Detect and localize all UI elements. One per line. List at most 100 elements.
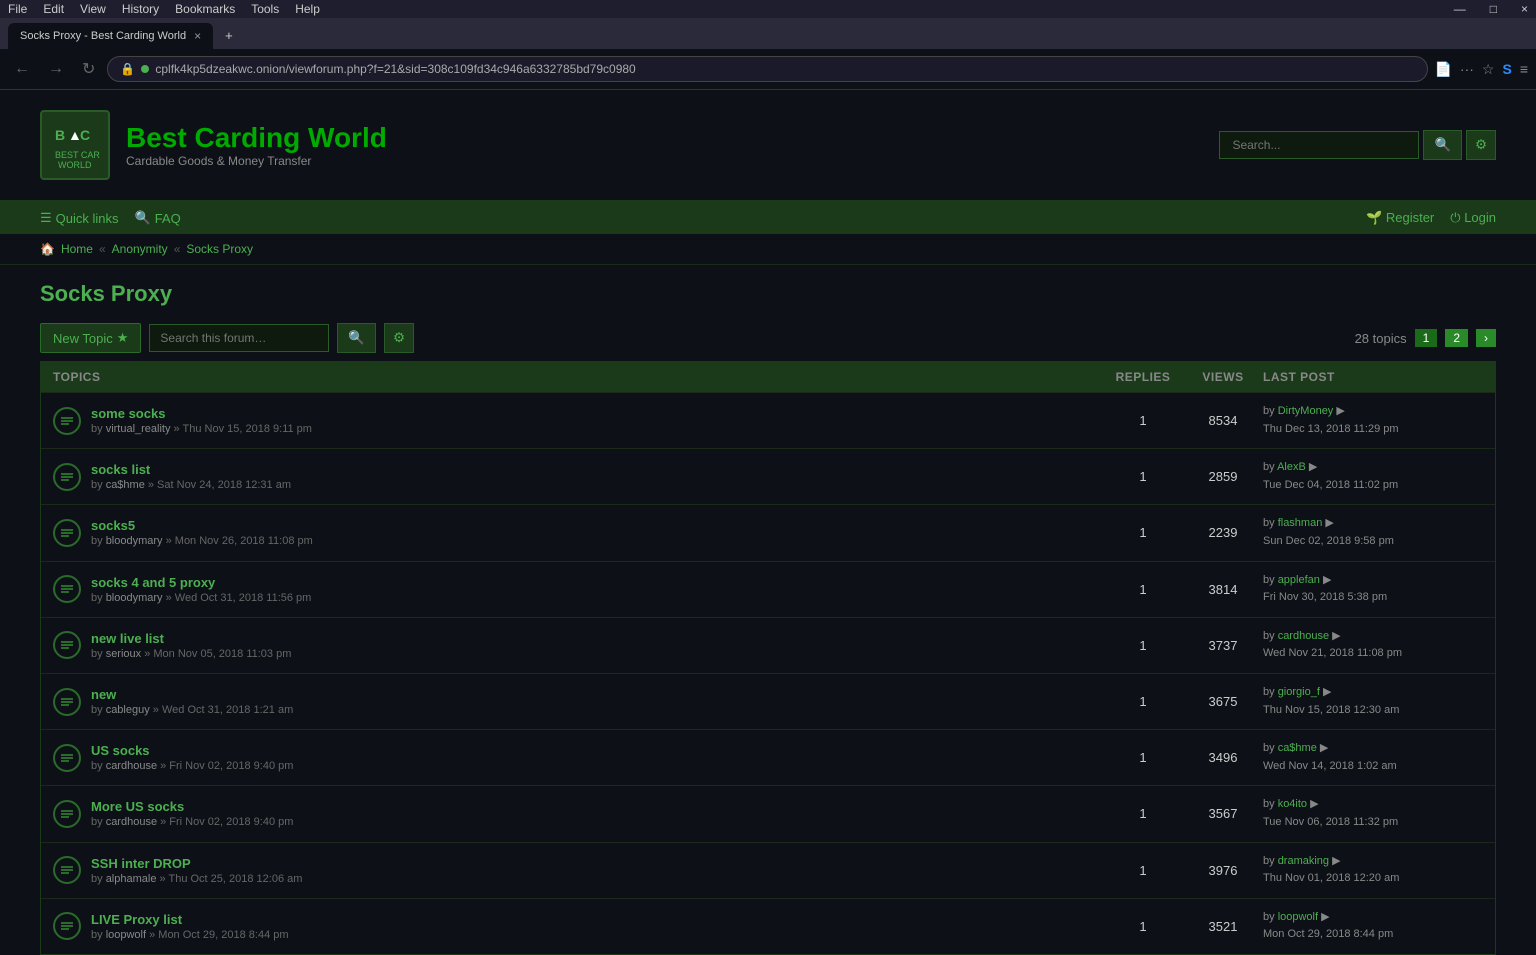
topic-last-post: by AlexB ▶Tue Dec 04, 2018 11:02 pm [1263, 459, 1483, 494]
login-link[interactable]: ⏻ Login [1450, 210, 1496, 226]
register-icon: 🌱 [1366, 210, 1382, 225]
topic-icon-svg [59, 581, 75, 597]
register-link[interactable]: 🌱 Register [1366, 210, 1434, 226]
back-button[interactable]: ← [8, 56, 36, 82]
topic-author[interactable]: ca$hme [106, 479, 145, 491]
site-title: Best Carding World [126, 122, 387, 154]
topic-title[interactable]: socks list [91, 462, 291, 477]
topic-title[interactable]: LIVE Proxy list [91, 912, 289, 927]
forum-search-button[interactable]: 🔍 [337, 323, 376, 353]
last-post-author[interactable]: dramaking [1278, 855, 1329, 867]
tab-title: Socks Proxy - Best Carding World [20, 30, 186, 42]
topic-meta: by bloodymary » Wed Oct 31, 2018 11:56 p… [91, 592, 311, 604]
topic-replies: 1 [1103, 469, 1183, 484]
page-1-button[interactable]: 1 [1415, 329, 1438, 347]
topic-author[interactable]: alphamale [106, 873, 157, 885]
breadcrumb-sep1: « [99, 242, 106, 256]
topic-author[interactable]: virtual_reality [106, 423, 171, 435]
star-icon: ★ [117, 330, 129, 346]
topic-info: More US socks by cardhouse » Fri Nov 02,… [91, 799, 293, 828]
search-button[interactable]: 🔍 [1423, 130, 1462, 160]
topic-title[interactable]: US socks [91, 743, 293, 758]
window-minimize[interactable]: — [1454, 2, 1466, 16]
topic-meta: by cardhouse » Fri Nov 02, 2018 9:40 pm [91, 816, 293, 828]
nav-bar: ☰ Quick links 🔍 FAQ 🌱 Register ⏻ Login [0, 202, 1536, 234]
forum-search-settings[interactable]: ⚙ [384, 323, 414, 353]
new-tab-btn[interactable]: + [217, 22, 241, 49]
table-row: socks list by ca$hme » Sat Nov 24, 2018 … [41, 448, 1495, 504]
refresh-button[interactable]: ↻ [76, 55, 101, 83]
tab-close-btn[interactable]: × [194, 29, 201, 43]
new-topic-button[interactable]: New Topic ★ [40, 323, 141, 353]
search-settings-button[interactable]: ⚙ [1466, 130, 1496, 160]
address-bar[interactable]: 🔒 cplfk4kp5dzeakwc.onion/viewforum.php?f… [107, 56, 1428, 82]
last-post-author[interactable]: flashman [1278, 517, 1323, 529]
topic-replies: 1 [1103, 750, 1183, 765]
topic-icon [53, 463, 81, 491]
topic-info: new by cableguy » Wed Oct 31, 2018 1:21 … [91, 687, 293, 716]
topic-icon [53, 631, 81, 659]
topic-title[interactable]: some socks [91, 406, 312, 421]
menu-file[interactable]: File [8, 2, 27, 16]
last-post-author[interactable]: DirtyMoney [1278, 405, 1334, 417]
table-row: socks 4 and 5 proxy by bloodymary » Wed … [41, 561, 1495, 617]
topic-title[interactable]: new live list [91, 631, 291, 646]
last-post-author[interactable]: ko4ito [1278, 798, 1307, 810]
forward-button[interactable]: → [42, 56, 70, 82]
last-post-author[interactable]: AlexB [1277, 461, 1306, 473]
topic-icon-svg [59, 694, 75, 710]
topic-info: socks 4 and 5 proxy by bloodymary » Wed … [91, 575, 311, 604]
topic-title[interactable]: new [91, 687, 293, 702]
col-replies: REPLIES [1103, 370, 1183, 384]
menu-bookmarks[interactable]: Bookmarks [175, 2, 235, 16]
last-post-icon: ▶ [1309, 461, 1317, 473]
last-post-author[interactable]: applefan [1278, 574, 1320, 586]
window-maximize[interactable]: □ [1490, 2, 1497, 16]
page-next-button[interactable]: › [1476, 329, 1496, 347]
active-tab[interactable]: Socks Proxy - Best Carding World × [8, 23, 213, 49]
topic-author[interactable]: cardhouse [106, 816, 157, 828]
topic-author[interactable]: serioux [106, 648, 141, 660]
topic-author[interactable]: bloodymary [106, 592, 163, 604]
topic-info: SSH inter DROP by alphamale » Thu Oct 25… [91, 856, 302, 885]
topic-title[interactable]: socks 4 and 5 proxy [91, 575, 311, 590]
menu-history[interactable]: History [122, 2, 159, 16]
last-post-icon: ▶ [1321, 911, 1329, 923]
menu-tools[interactable]: Tools [251, 2, 279, 16]
page-2-button[interactable]: 2 [1445, 329, 1468, 347]
sync-icon[interactable]: S [1502, 61, 1511, 77]
topic-icon-svg [59, 525, 75, 541]
last-post-author[interactable]: cardhouse [1278, 630, 1329, 642]
topic-info: new live list by serioux » Mon Nov 05, 2… [91, 631, 291, 660]
topic-author[interactable]: cardhouse [106, 760, 157, 772]
logo-svg: B ▲ C BEST CARDING WORLD [50, 120, 100, 170]
topic-author[interactable]: loopwolf [106, 929, 146, 941]
quicklinks-label: Quick links [56, 211, 119, 226]
menu-help[interactable]: Help [295, 2, 320, 16]
last-post-author[interactable]: ca$hme [1278, 742, 1317, 754]
extension-icon[interactable]: ≡ [1520, 61, 1528, 77]
topic-icon-svg [59, 469, 75, 485]
search-input[interactable] [1219, 131, 1419, 159]
bookmark-icon[interactable]: ☆ [1482, 61, 1495, 78]
page-icon[interactable]: 📄 [1434, 61, 1451, 78]
topic-views: 3976 [1183, 863, 1263, 878]
faq-link[interactable]: 🔍 FAQ [135, 210, 181, 226]
home-icon: 🏠 [40, 242, 55, 256]
window-close[interactable]: × [1521, 2, 1528, 16]
topic-author[interactable]: cableguy [106, 704, 150, 716]
menu-view[interactable]: View [80, 2, 106, 16]
breadcrumb-anonymity[interactable]: Anonymity [112, 242, 168, 256]
quicklinks-menu[interactable]: ☰ Quick links [40, 210, 119, 226]
topic-title[interactable]: SSH inter DROP [91, 856, 302, 871]
topic-meta: by bloodymary » Mon Nov 26, 2018 11:08 p… [91, 535, 313, 547]
topic-title[interactable]: More US socks [91, 799, 293, 814]
menu-edit[interactable]: Edit [43, 2, 64, 16]
forum-search-input[interactable] [149, 324, 329, 352]
last-post-author[interactable]: loopwolf [1278, 911, 1318, 923]
topic-title[interactable]: socks5 [91, 518, 313, 533]
more-btn[interactable]: ··· [1460, 61, 1474, 77]
breadcrumb-home[interactable]: Home [61, 242, 93, 256]
topic-author[interactable]: bloodymary [106, 535, 163, 547]
last-post-author[interactable]: giorgio_f [1278, 686, 1320, 698]
